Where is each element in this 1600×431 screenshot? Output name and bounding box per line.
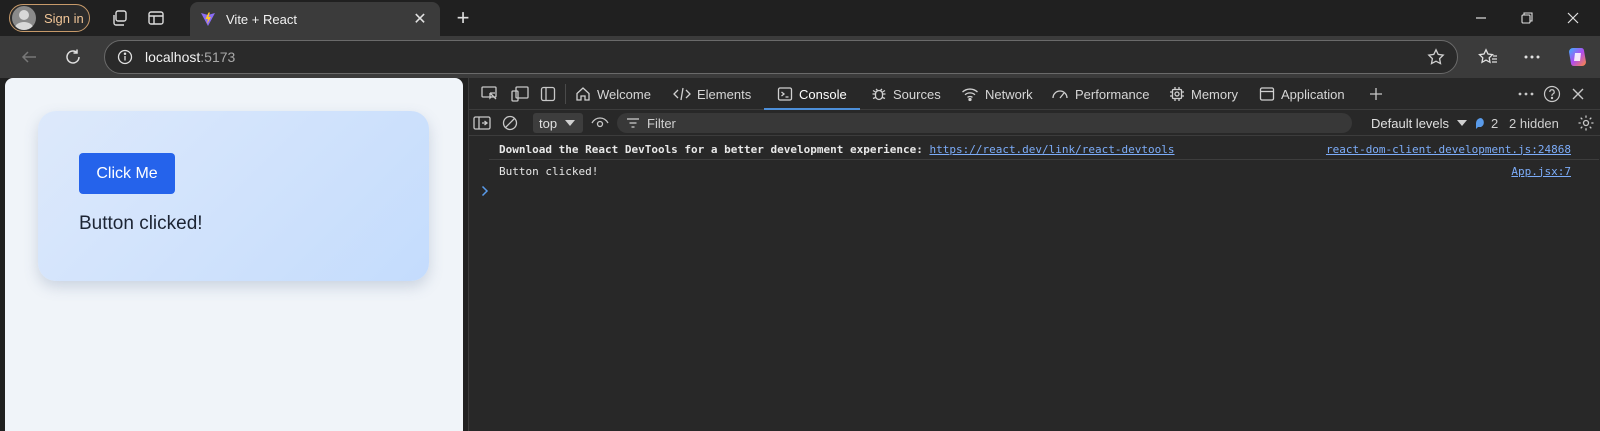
devtools-more-icon[interactable] [1513,82,1539,106]
inspect-element-icon[interactable] [477,82,503,106]
live-expression-eye-icon[interactable] [587,111,613,135]
close-devtools-icon[interactable] [1565,82,1591,106]
tab-performance[interactable]: Performance [1051,78,1149,110]
console-toolbar: top Filter Default levels 2 2 hidden [469,110,1600,136]
gauge-icon [1051,86,1069,102]
window-icon [1259,86,1275,102]
log-source-link[interactable]: react-dom-client.development.js:24868 [1326,143,1571,156]
workspaces-icon[interactable] [102,2,138,34]
sign-in-label: Sign in [44,10,84,26]
tab-actions-icon[interactable] [138,2,174,34]
tab-sources[interactable]: Sources [871,78,941,110]
tab-elements[interactable]: Elements [673,78,751,110]
console-settings-gear-icon[interactable] [1573,111,1599,135]
console-prompt-chevron-icon[interactable] [481,185,489,197]
home-icon [575,86,591,102]
context-selector[interactable]: top [533,113,583,133]
content-card: Click Me Button clicked! [38,111,429,281]
tab-console[interactable]: Console [764,78,860,110]
close-window-icon[interactable] [1550,0,1596,36]
close-tab-icon[interactable]: ✕ [410,9,430,29]
log-levels-dropdown[interactable]: Default levels [1371,113,1468,133]
dropdown-arrow-icon [1457,119,1468,127]
devtools-panel: Welcome Elements Console Sources Network… [468,78,1600,431]
tab-welcome[interactable]: Welcome [575,78,651,110]
device-toolbar-icon[interactable] [507,82,533,106]
console-message: Button clicked! App.jsx:7 [469,162,1571,180]
more-tools-plus-icon[interactable] [1363,82,1389,106]
devtools-link[interactable]: https://react.dev/link/react-devtools [929,143,1174,156]
clear-console-icon[interactable] [497,111,523,135]
code-icon [673,86,691,102]
favorite-star-icon[interactable] [1427,48,1445,66]
url-text: localhost:5173 [145,49,236,65]
tab-network[interactable]: Network [961,78,1033,110]
click-me-button[interactable]: Click Me [79,153,175,194]
issues-chat-icon [1475,117,1487,129]
console-filter-input[interactable]: Filter [617,113,1352,133]
more-options-icon[interactable] [1510,36,1554,78]
refresh-icon[interactable] [51,39,95,75]
sidebar-toggle-icon[interactable] [469,111,495,135]
sign-in-button[interactable]: Sign in [9,4,90,32]
status-message: Button clicked! [79,213,203,234]
minimize-icon[interactable] [1458,0,1504,36]
tab-title: Vite + React [226,11,297,27]
wifi-icon [961,86,979,102]
site-info-icon[interactable] [105,49,145,65]
chip-icon [1169,86,1185,102]
browser-tab-active[interactable]: Vite + React ✕ [190,2,440,36]
bug-icon [871,86,887,102]
avatar-icon [12,6,36,30]
dropdown-arrow-icon [565,119,576,127]
back-arrow-icon[interactable] [7,39,51,75]
console-message: Download the React DevTools for a better… [469,140,1571,158]
issues-counter[interactable]: 2 [1475,113,1498,133]
tab-application[interactable]: Application [1259,78,1345,110]
log-source-link[interactable]: App.jsx:7 [1511,165,1571,178]
hidden-messages-count: 2 hidden [1509,115,1559,131]
console-icon [777,86,793,102]
divider [565,84,566,104]
tab-memory[interactable]: Memory [1169,78,1238,110]
help-icon[interactable] [1539,82,1565,106]
filter-icon [627,118,639,128]
page-viewport: Click Me Button clicked! [5,78,463,431]
restore-icon[interactable] [1504,0,1550,36]
devtools-tab-bar: Welcome Elements Console Sources Network… [469,78,1600,110]
favorites-icon[interactable] [1466,36,1510,78]
log-text: Button clicked! [499,164,599,178]
log-text: Download the React DevTools for a better… [499,142,1175,156]
copilot-icon[interactable] [1556,36,1600,78]
vite-logo-icon [200,11,216,27]
dock-side-icon[interactable] [535,82,561,106]
divider [489,159,1599,160]
address-bar[interactable]: localhost:5173 [104,40,1458,74]
new-tab-button[interactable]: + [448,4,478,32]
